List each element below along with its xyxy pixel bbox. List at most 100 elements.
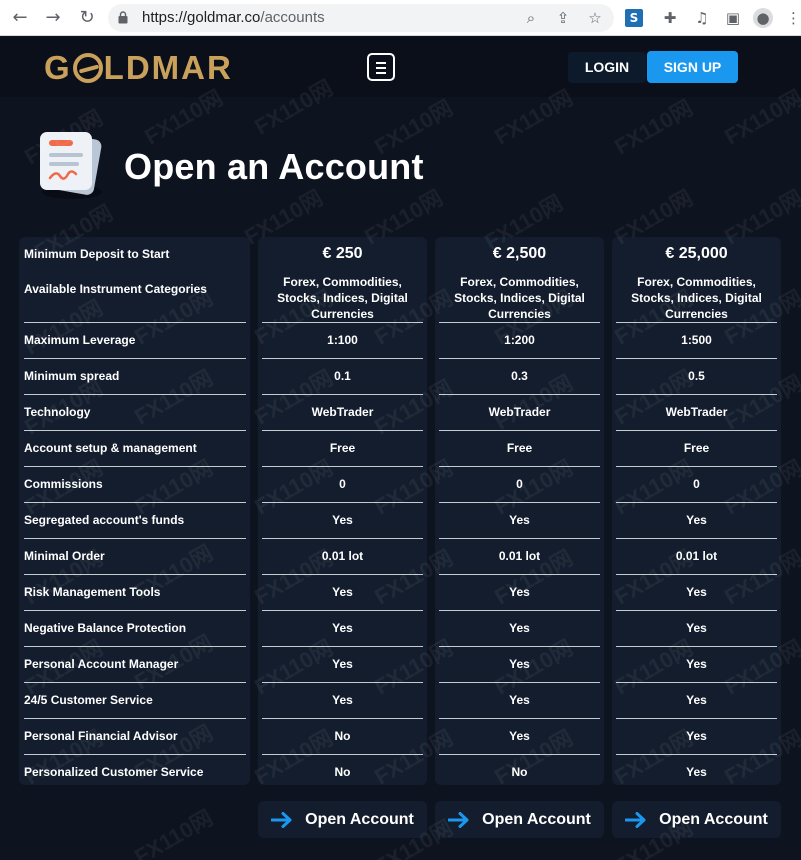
address-bar[interactable]: https://goldmar.co/accounts ⌕ ⇪ ☆ bbox=[108, 4, 614, 32]
back-icon[interactable]: ← bbox=[9, 7, 31, 29]
plan-value: Yes bbox=[686, 585, 707, 599]
plan-value: 0 bbox=[339, 477, 346, 491]
row-divider bbox=[616, 466, 777, 467]
plan-value: Yes bbox=[332, 693, 353, 707]
row-divider bbox=[616, 538, 777, 539]
forward-icon[interactable]: → bbox=[42, 7, 64, 29]
plan-value: Yes bbox=[509, 513, 530, 527]
row-divider bbox=[262, 322, 423, 323]
row-divider bbox=[24, 394, 246, 395]
open-account-label: Open Account bbox=[659, 810, 768, 828]
open-account-button[interactable]: Open Account bbox=[435, 801, 604, 838]
feature-label: Risk Management Tools bbox=[24, 585, 161, 599]
plan-value: Yes bbox=[332, 621, 353, 635]
row-divider bbox=[439, 502, 600, 503]
plan-value: 1:100 bbox=[327, 333, 358, 347]
row-divider bbox=[24, 718, 246, 719]
row-divider bbox=[262, 466, 423, 467]
feature-label: Segregated account's funds bbox=[24, 513, 185, 527]
row-divider bbox=[24, 646, 246, 647]
login-button[interactable]: LOGIN bbox=[568, 52, 646, 83]
row-divider bbox=[262, 430, 423, 431]
row-divider bbox=[439, 718, 600, 719]
plan-value: 0.1 bbox=[334, 369, 351, 383]
plan-value: Forex, Commodities, Stocks, Indices, Dig… bbox=[631, 275, 762, 321]
row-divider bbox=[616, 646, 777, 647]
plan-value: Yes bbox=[509, 693, 530, 707]
zoom-icon[interactable]: ⌕ bbox=[522, 9, 540, 27]
row-divider bbox=[616, 358, 777, 359]
row-divider bbox=[616, 610, 777, 611]
plan-value: Yes bbox=[509, 585, 530, 599]
watermark: FX110网 bbox=[610, 95, 697, 160]
media-icon[interactable]: ♫ bbox=[692, 8, 712, 28]
row-divider bbox=[439, 430, 600, 431]
more-icon[interactable]: ⋮ bbox=[786, 8, 801, 28]
hamburger-icon[interactable] bbox=[367, 53, 395, 81]
feature-label: Minimum spread bbox=[24, 369, 120, 383]
row-divider bbox=[616, 502, 777, 503]
plan-value: No bbox=[511, 765, 528, 779]
plan-value: 0 bbox=[516, 477, 523, 491]
site-header: G LDMAR LOGIN SIGN UP bbox=[0, 37, 801, 97]
row-divider bbox=[262, 682, 423, 683]
plan-value: Free bbox=[329, 441, 356, 455]
plan-price: € 25,000 bbox=[665, 245, 728, 262]
plan-value: Yes bbox=[686, 765, 707, 779]
plan-value: Yes bbox=[686, 729, 707, 743]
row-divider bbox=[262, 646, 423, 647]
url-path: /accounts bbox=[260, 9, 325, 26]
row-divider bbox=[262, 754, 423, 755]
row-divider bbox=[439, 538, 600, 539]
row-divider bbox=[24, 502, 246, 503]
row-divider bbox=[262, 502, 423, 503]
plan-value: 1:500 bbox=[681, 333, 712, 347]
extension-icon[interactable]: S bbox=[625, 9, 643, 27]
plan-value: 0.5 bbox=[688, 369, 705, 383]
row-divider bbox=[24, 466, 246, 467]
open-account-label: Open Account bbox=[305, 810, 414, 828]
row-divider bbox=[262, 718, 423, 719]
row-divider bbox=[616, 574, 777, 575]
row-divider bbox=[24, 322, 246, 323]
plan-column-basic: € 250 Forex, Commodities, Stocks, Indices… bbox=[258, 237, 427, 785]
sidebar-icon[interactable]: ▣ bbox=[723, 8, 743, 28]
plan-value: No bbox=[334, 765, 351, 779]
plan-value: Yes bbox=[686, 693, 707, 707]
row-divider bbox=[439, 754, 600, 755]
row-divider bbox=[439, 394, 600, 395]
row-divider bbox=[616, 322, 777, 323]
arrow-right-icon bbox=[625, 811, 646, 828]
row-divider bbox=[439, 682, 600, 683]
share-icon[interactable]: ⇪ bbox=[554, 9, 572, 27]
feature-label: Available Instrument Categories bbox=[24, 282, 207, 296]
row-divider bbox=[24, 610, 246, 611]
feature-label: Account setup & management bbox=[24, 441, 197, 455]
signup-button[interactable]: SIGN UP bbox=[647, 51, 738, 83]
row-divider bbox=[24, 430, 246, 431]
plan-value: No bbox=[334, 729, 351, 743]
browser-toolbar: ← → ↻ https://goldmar.co/accounts ⌕ ⇪ ☆ … bbox=[0, 0, 801, 36]
profile-icon[interactable]: ● bbox=[753, 8, 773, 28]
plan-value: WebTrader bbox=[311, 405, 374, 419]
feature-label: Technology bbox=[24, 405, 91, 419]
plan-price: € 250 bbox=[322, 245, 363, 262]
plan-value: Forex, Commodities, Stocks, Indices, Dig… bbox=[277, 275, 408, 321]
plan-value: Free bbox=[683, 441, 710, 455]
plan-value: Yes bbox=[332, 513, 353, 527]
open-account-button[interactable]: Open Account bbox=[612, 801, 781, 838]
plan-value: 0.01 lot bbox=[675, 549, 718, 563]
row-divider bbox=[616, 718, 777, 719]
plan-column-standard: € 2,500 Forex, Commodities, Stocks, Indic… bbox=[435, 237, 604, 785]
plan-value: 0 bbox=[693, 477, 700, 491]
star-icon[interactable]: ☆ bbox=[586, 9, 604, 27]
reload-icon[interactable]: ↻ bbox=[76, 7, 98, 29]
plan-value: 0.01 lot bbox=[321, 549, 364, 563]
puzzle-icon[interactable]: ✚ bbox=[660, 8, 680, 28]
goldmar-logo[interactable]: G LDMAR bbox=[44, 49, 233, 87]
row-divider bbox=[439, 358, 600, 359]
feature-label: Minimal Order bbox=[24, 549, 105, 563]
feature-label: Personalized Customer Service bbox=[24, 765, 204, 779]
document-icon bbox=[40, 132, 102, 199]
open-account-button[interactable]: Open Account bbox=[258, 801, 427, 838]
